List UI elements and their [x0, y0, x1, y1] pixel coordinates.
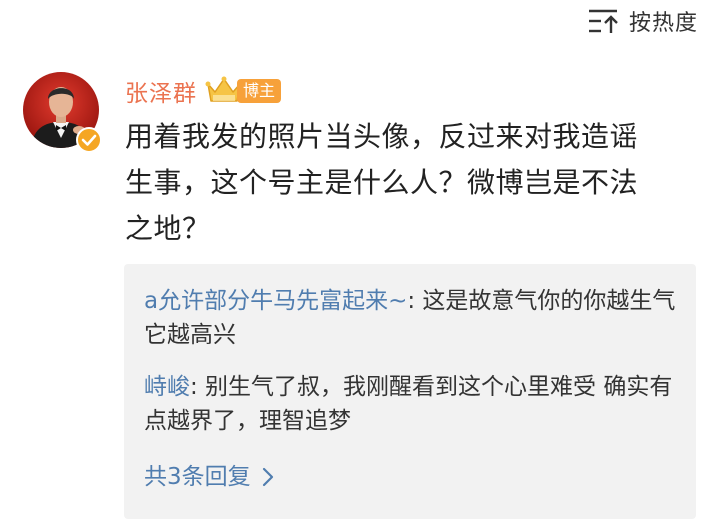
- comment-line: 之地？: [125, 212, 211, 245]
- reply-item[interactable]: 峙峻: 别生气了叔，我刚醒看到这个心里难受 确实有点越界了，理智追梦: [144, 370, 684, 438]
- reply-author[interactable]: a允许部分牛马先富起来~: [144, 288, 407, 314]
- sort-by-hot-button[interactable]: 按热度: [587, 6, 698, 36]
- comment-header: 张泽群 博主: [125, 74, 282, 108]
- reply-separator: :: [190, 374, 198, 400]
- reply-author[interactable]: 峙峻: [144, 374, 190, 400]
- chevron-right-icon: [262, 467, 273, 487]
- username[interactable]: 张泽群: [125, 74, 197, 108]
- user-avatar[interactable]: [23, 72, 102, 153]
- reply-item[interactable]: a允许部分牛马先富起来~: 这是故意气你的你越生气它越高兴: [144, 284, 684, 352]
- comment-thread-page: 按热度 张泽群 博主 用着我发的照片当头像，反过来对我造谣 生事，这个号主是什么…: [0, 0, 720, 523]
- reply-text: 别生气了叔，我刚醒看到这个心里难受 确实有点越界了，理智追梦: [144, 374, 673, 434]
- verified-badge-icon: [76, 127, 102, 153]
- role-badge: 博主: [237, 79, 282, 103]
- replies-box: a允许部分牛马先富起来~: 这是故意气你的你越生气它越高兴 峙峻: 别生气了叔，…: [124, 264, 696, 519]
- more-replies-label: 共3条回复: [144, 464, 251, 490]
- comment-body: 用着我发的照片当头像，反过来对我造谣 生事，这个号主是什么人？微博岂是不法 之地…: [125, 114, 705, 252]
- more-replies-link[interactable]: 共3条回复: [144, 460, 275, 494]
- comment-line: 生事，这个号主是什么人？微博岂是不法: [125, 166, 639, 199]
- sort-icon: [588, 9, 618, 33]
- sort-label: 按热度: [628, 11, 698, 36]
- comment-line: 用着我发的照片当头像，反过来对我造谣: [125, 120, 639, 153]
- reply-separator: :: [407, 288, 416, 314]
